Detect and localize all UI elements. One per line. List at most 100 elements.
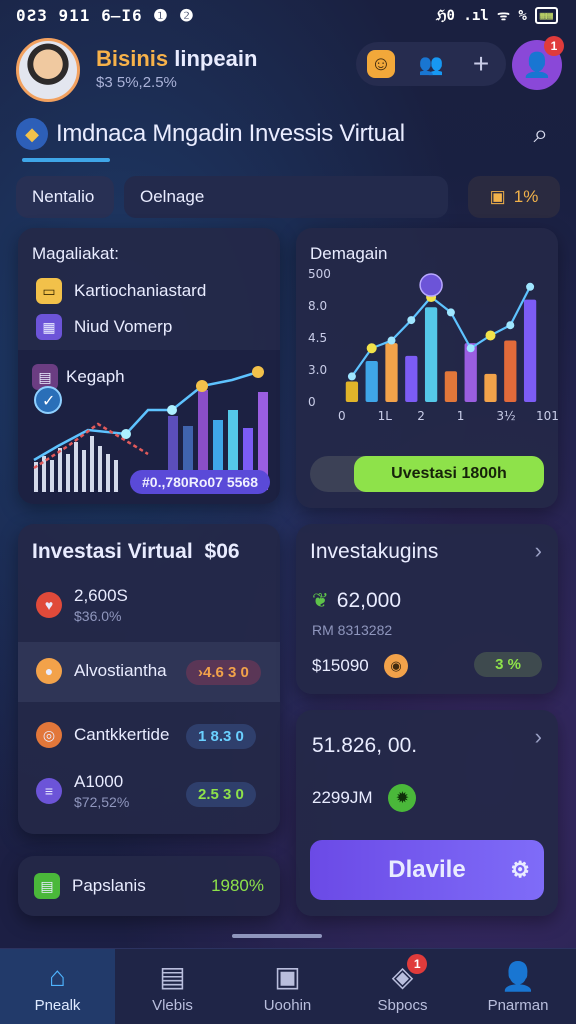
heart-icon: ♥ [36, 592, 62, 618]
spark-bar [114, 460, 118, 492]
chart-card: Demagain 500 8.0 4.5 3.0 0 0 1L 2 1 3½ 101 Uvestas… [296, 228, 558, 508]
chart-bar [405, 355, 418, 402]
spark-bar [82, 450, 86, 492]
chart-point [485, 330, 496, 341]
nav-wallet[interactable]: ▣ Uoohin [230, 949, 345, 1024]
plus-icon[interactable]: + [467, 48, 495, 79]
tab-label: Oelnage [140, 187, 205, 206]
graph-value-badge: #0.,780Ro07 5568 [130, 470, 270, 494]
user-balance-change: $3 5%,2.5% [96, 74, 177, 91]
document-icon: ▤ [34, 873, 60, 899]
signal-wifi-icon: ℌ0 .ıl ᯤ % [435, 8, 527, 24]
price-value: $15090 [312, 656, 369, 675]
tab-label: 1% [513, 187, 539, 206]
trend-line [33, 370, 259, 462]
investment-title-value: $06 [204, 540, 240, 563]
chat-icon: ▣ [489, 187, 506, 206]
item-label: Alvostiantha [74, 661, 167, 680]
nav-profile[interactable]: 👤 Pnarman [460, 949, 576, 1024]
nav-label: Pnealk [34, 996, 81, 1014]
tab-oelnage[interactable]: Oelnage [124, 176, 448, 218]
avatar[interactable] [16, 38, 80, 102]
x-tick-label: 3½ [496, 409, 515, 423]
people-icon[interactable]: 👥 [417, 50, 445, 78]
list-item[interactable]: ◎ Cantkkertide [36, 722, 169, 748]
action-button-label: Dlavile [388, 856, 466, 883]
nav-shop[interactable]: ◈ 1 Sbpocs [345, 949, 460, 1024]
invest-button[interactable]: Uvestasi 1800h [354, 456, 544, 492]
user-name: Bisinis linpeain [96, 46, 257, 72]
nav-news[interactable]: ▤ Vlebis [115, 949, 230, 1024]
spark-bar [98, 446, 102, 492]
folder-icon: ▭ [36, 278, 62, 304]
chevron-right-icon[interactable]: › [535, 724, 542, 750]
value-badge: 2.5 3 0 [186, 782, 256, 807]
chart-bar [444, 371, 458, 402]
x-tick-label: 2 [417, 409, 425, 423]
nav-home[interactable]: ⌂ Pnealk [0, 949, 115, 1024]
x-tick-label: 1L [378, 409, 393, 423]
profile-button[interactable]: 👤 1 [512, 36, 564, 90]
action-button[interactable]: Dlavile ⚙ [310, 840, 544, 900]
item-label: Niud Vomerp [74, 317, 173, 336]
spark-bar [66, 454, 70, 492]
chart-bar [424, 307, 438, 402]
nav-label: Uoohin [263, 997, 312, 1014]
chart-bar [523, 299, 537, 402]
investment-title: Investasi Virtual $06 [32, 540, 240, 564]
battery-icon: ▦▦ [534, 7, 558, 24]
spark-bar [50, 460, 54, 492]
value-badge: 1 8.3 0 [186, 724, 256, 749]
x-tick-label: 1 [457, 409, 465, 423]
chart-line [351, 286, 532, 378]
list-item[interactable]: ▭ Kartiochaniastard [36, 278, 206, 304]
spark-bar [106, 454, 110, 492]
chevron-right-icon[interactable]: › [535, 538, 542, 564]
nav-label: Vlebis [152, 997, 193, 1014]
chart-point [387, 336, 396, 345]
graph-panel: ▤ Kegaph ✓ #0.,780Ro07 5568 [18, 350, 280, 504]
item-label: Kartiochaniastard [74, 281, 207, 300]
item-sub: $72,52% [74, 794, 130, 810]
search-icon[interactable]: ⌕ [533, 118, 548, 150]
papers-card[interactable]: ▤ Papslanis 1980% [18, 856, 280, 916]
y-tick-label: 3.0 [308, 363, 327, 377]
tag-icon: ◈ 1 [392, 954, 428, 993]
list-item[interactable]: ▦ Niud Vomerp [36, 314, 172, 340]
wallet-icon: ▣ [274, 961, 301, 992]
list-item[interactable]: ♥ 2,600S $36.0% [36, 586, 128, 624]
notification-badge: 1 [544, 36, 564, 56]
chart-point [347, 372, 356, 381]
trend-dot [252, 366, 264, 378]
list-item[interactable]: ≡ A1000 $72,52% [36, 772, 129, 810]
user-icon: 👤 [500, 961, 536, 992]
tab-percent[interactable]: ▣ 1% [468, 176, 560, 218]
trend-dot [167, 405, 177, 415]
spark-bar [74, 442, 78, 492]
x-tick-label: 0 [338, 409, 346, 423]
spark-bar [90, 436, 94, 492]
link-icon [419, 273, 443, 297]
emoji-face-icon[interactable]: ☺ [367, 50, 395, 78]
chart-bar [345, 381, 359, 402]
status-bar: 0Ƨ3 911 6̶Ι6 ❶ ❷ ℌ0 .ıl ᯤ % ▦▦ [0, 0, 576, 30]
balance-card: › 51.826, 00. 2299JM ✹ Dlavile ⚙ [296, 710, 558, 916]
item-value: 1980% [211, 876, 264, 895]
list-item[interactable]: ● Alvostiantha [36, 658, 167, 684]
badge-icon: ✹ [388, 784, 417, 812]
card-title: Investakugins [310, 540, 439, 563]
tab-nentalio[interactable]: Nentalio [16, 176, 114, 218]
nav-badge: 1 [407, 954, 428, 974]
balance-sub: RM 8313282 [312, 622, 393, 638]
x-tick-label: 101 [536, 409, 558, 423]
page-header: ◆ Imdnaca Mngadin Invessis Virtual ⌕ [16, 112, 560, 156]
chart-bar [484, 373, 497, 402]
home-indicator [232, 934, 322, 938]
chart-bar [385, 343, 398, 402]
header-action-group: ☺ 👥 + [356, 42, 506, 86]
newspaper-icon: ▤ [159, 961, 186, 992]
overview-card: Magaliakat: ▭ Kartiochaniastard ▦ Niud V… [18, 228, 280, 504]
user-name-last: linpeain [174, 46, 258, 71]
chart-bar [504, 340, 517, 402]
investakugins-card[interactable]: Investakugins › ❦ 62,000 RM 8313282 $150… [296, 524, 558, 694]
